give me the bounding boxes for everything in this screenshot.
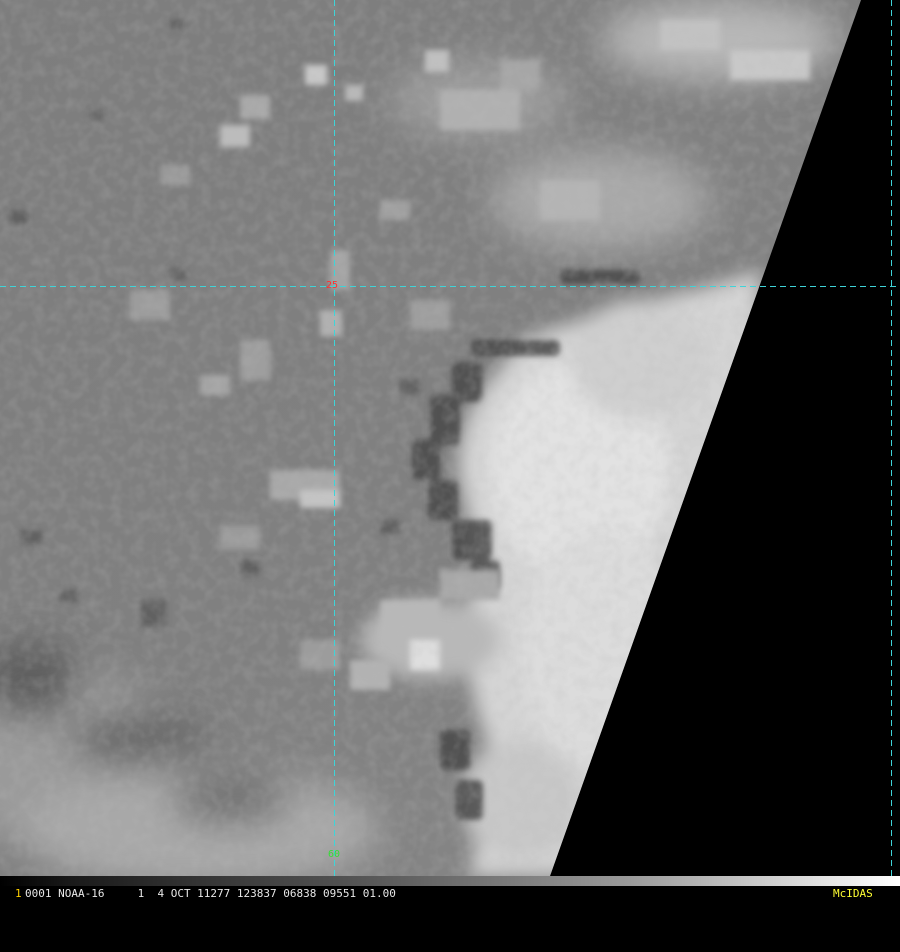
- software-label: McIDAS: [833, 887, 873, 900]
- satellite-image: [0, 0, 900, 876]
- satellite-image-viewport: 25 60: [0, 0, 900, 876]
- image-info: 0001 NOAA-16 1 4 OCT 11277 123837 06838 …: [25, 887, 396, 900]
- latitude-label: 25: [326, 280, 339, 291]
- frame-number: 1: [15, 887, 22, 900]
- status-bar: 1 0001 NOAA-16 1 4 OCT 11277 123837 0683…: [0, 876, 900, 900]
- longitude-label: 60: [328, 849, 341, 860]
- grayscale-color-bar: [0, 876, 900, 886]
- status-text-line: 1 0001 NOAA-16 1 4 OCT 11277 123837 0683…: [0, 887, 900, 900]
